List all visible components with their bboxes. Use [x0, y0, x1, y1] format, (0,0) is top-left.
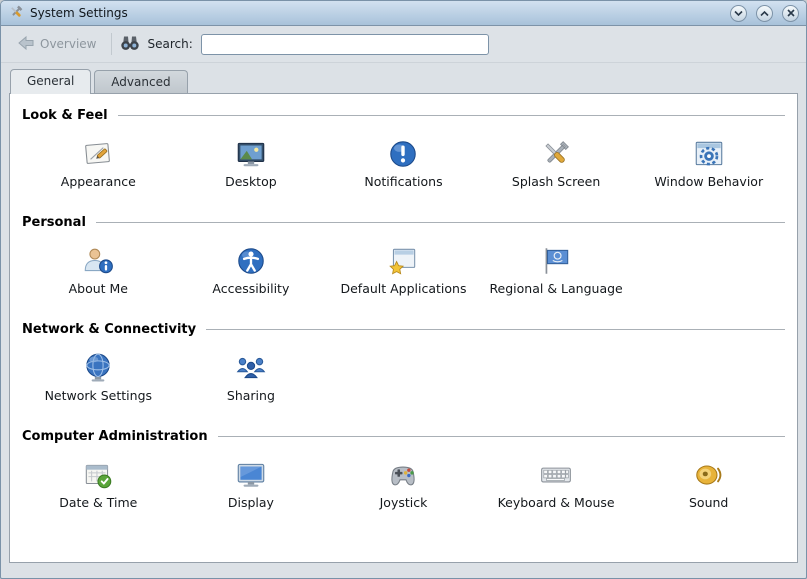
maximize-button[interactable]	[756, 5, 773, 22]
section-title: Computer Administration	[22, 429, 208, 444]
item-label: Sound	[689, 496, 728, 510]
regional-language-icon	[539, 242, 573, 280]
item-label: Joystick	[380, 496, 428, 510]
item-label: Regional & Language	[489, 282, 622, 296]
system-settings-window: System Settings Overview	[0, 0, 807, 579]
item-label: Appearance	[61, 175, 136, 189]
item-label: Date & Time	[59, 496, 137, 510]
default-applications-icon	[386, 242, 420, 280]
item-window-behavior[interactable]: Window Behavior	[632, 131, 785, 203]
network-icon	[81, 349, 115, 387]
section-header: Look & Feel	[22, 108, 785, 123]
keyboard-icon	[539, 456, 573, 494]
chevron-down-icon	[734, 10, 743, 17]
item-label: Sharing	[227, 389, 275, 403]
section-grid: Network Settings Sharing	[22, 339, 785, 425]
minimize-button[interactable]	[730, 5, 747, 22]
date-time-icon	[81, 456, 115, 494]
appearance-icon	[81, 135, 115, 173]
item-about-me[interactable]: About Me	[22, 238, 175, 310]
item-accessibility[interactable]: Accessibility	[175, 238, 328, 310]
item-appearance[interactable]: Appearance	[22, 131, 175, 203]
item-label: Window Behavior	[654, 175, 763, 189]
chevron-up-icon	[760, 10, 769, 17]
tab-bar: General Advanced	[1, 63, 806, 93]
item-label: About Me	[69, 282, 128, 296]
item-sound[interactable]: Sound	[632, 452, 785, 524]
section-personal: Personal About Me	[22, 215, 785, 318]
window-behavior-icon	[692, 135, 726, 173]
section-title: Look & Feel	[22, 108, 108, 123]
section-rule	[96, 222, 785, 223]
titlebar[interactable]: System Settings	[1, 1, 806, 26]
item-label: Accessibility	[212, 282, 289, 296]
toolbar: Overview Search:	[1, 26, 806, 63]
joystick-icon	[386, 456, 420, 494]
section-rule	[118, 115, 785, 116]
item-label: Default Applications	[340, 282, 466, 296]
sharing-icon	[234, 349, 268, 387]
settings-content: Look & Feel Appearance	[9, 93, 798, 563]
item-label: Splash Screen	[512, 175, 600, 189]
item-regional-language[interactable]: Regional & Language	[480, 238, 633, 310]
section-grid: Date & Time Display	[22, 446, 785, 532]
section-title: Personal	[22, 215, 86, 230]
tab-advanced[interactable]: Advanced	[94, 70, 187, 93]
item-splash-screen[interactable]: Splash Screen	[480, 131, 633, 203]
overview-button[interactable]: Overview	[11, 32, 103, 57]
section-title: Network & Connectivity	[22, 322, 196, 337]
item-joystick[interactable]: Joystick	[327, 452, 480, 524]
section-network-connectivity: Network & Connectivity	[22, 322, 785, 425]
item-display[interactable]: Display	[175, 452, 328, 524]
search-input[interactable]	[201, 34, 489, 55]
section-grid: About Me Accessibility	[22, 232, 785, 318]
sound-icon	[692, 456, 726, 494]
search-label: Search:	[148, 37, 193, 51]
section-computer-administration: Computer Administration Date & Time	[22, 429, 785, 532]
section-grid: Appearance Desktop	[22, 125, 785, 211]
item-label: Display	[228, 496, 274, 510]
item-label: Desktop	[225, 175, 277, 189]
overview-button-label: Overview	[40, 37, 97, 51]
back-arrow-icon	[17, 35, 35, 54]
item-label: Network Settings	[45, 389, 152, 403]
tab-general[interactable]: General	[10, 69, 91, 94]
item-sharing[interactable]: Sharing	[175, 345, 328, 417]
toolbar-separator	[111, 33, 112, 55]
item-label: Notifications	[364, 175, 442, 189]
splash-screen-icon	[539, 135, 573, 173]
item-network-settings[interactable]: Network Settings	[22, 345, 175, 417]
section-rule	[206, 329, 785, 330]
display-icon	[234, 456, 268, 494]
section-rule	[218, 436, 785, 437]
section-look-and-feel: Look & Feel Appearance	[22, 108, 785, 211]
notifications-icon	[386, 135, 420, 173]
close-icon	[787, 9, 795, 17]
about-me-icon	[81, 242, 115, 280]
section-header: Computer Administration	[22, 429, 785, 444]
section-header: Network & Connectivity	[22, 322, 785, 337]
close-button[interactable]	[782, 5, 799, 22]
section-header: Personal	[22, 215, 785, 230]
item-keyboard-mouse[interactable]: Keyboard & Mouse	[480, 452, 633, 524]
item-notifications[interactable]: Notifications	[327, 131, 480, 203]
window-title: System Settings	[30, 6, 128, 20]
accessibility-icon	[234, 242, 268, 280]
item-default-applications[interactable]: Default Applications	[327, 238, 480, 310]
system-settings-app-icon	[8, 4, 24, 23]
item-label: Keyboard & Mouse	[498, 496, 615, 510]
item-desktop[interactable]: Desktop	[175, 131, 328, 203]
search-icon	[120, 34, 140, 54]
desktop-icon	[234, 135, 268, 173]
item-date-time[interactable]: Date & Time	[22, 452, 175, 524]
